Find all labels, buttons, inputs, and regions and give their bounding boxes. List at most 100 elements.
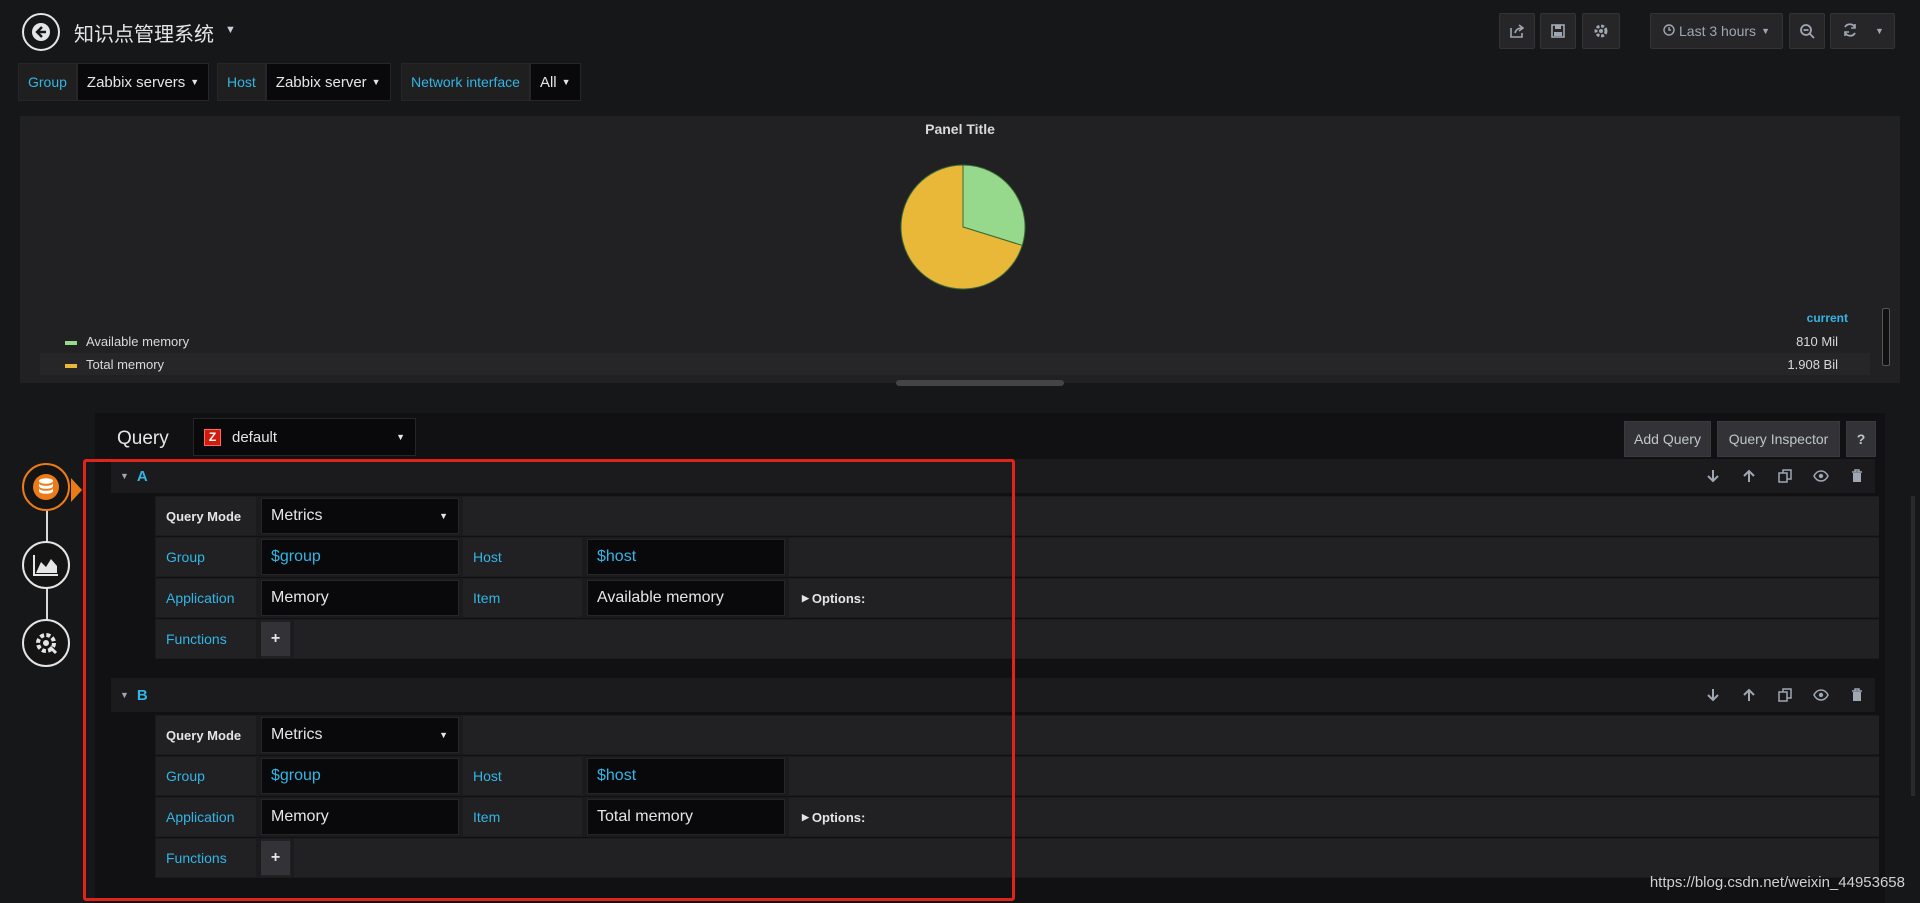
- top-navbar: 知识点管理系统 ▼ Last 3 hours ▼ ▼: [0, 0, 1920, 60]
- chevron-down-icon[interactable]: ▼: [225, 24, 236, 36]
- variable-network-interface-select[interactable]: All ▼: [529, 63, 581, 101]
- options-toggle[interactable]: ▶ Options:: [802, 798, 865, 836]
- editor-scrollbar[interactable]: [1911, 496, 1915, 796]
- query-ref-id[interactable]: B: [137, 687, 148, 704]
- back-arrow-icon[interactable]: [22, 13, 60, 51]
- queries-tab-icon[interactable]: [22, 463, 70, 511]
- panel-resize-handle[interactable]: [896, 380, 1064, 386]
- options-toggle[interactable]: ▶ Options:: [802, 579, 865, 617]
- panel-title[interactable]: Panel Title: [20, 121, 1900, 137]
- variable-group-select[interactable]: Zabbix servers ▼: [76, 63, 210, 101]
- host-label: Host: [463, 538, 582, 576]
- host-input[interactable]: $host: [587, 758, 785, 794]
- legend-value: 810 Mil: [1796, 333, 1838, 349]
- variable-value: All: [539, 73, 557, 91]
- item-input[interactable]: Total memory: [587, 799, 785, 835]
- query-heading: Query: [117, 428, 169, 449]
- settings-tab-icon[interactable]: [22, 619, 70, 667]
- move-up-icon[interactable]: [1738, 685, 1759, 706]
- save-icon[interactable]: [1540, 13, 1576, 49]
- legend-item[interactable]: Total memory 1.908 Bil: [40, 353, 1870, 375]
- chevron-down-icon: ▼: [1761, 26, 1770, 36]
- add-function-plus-icon[interactable]: +: [261, 622, 290, 656]
- application-item-row: Application Memory Item Available memory…: [155, 578, 1879, 618]
- host-input[interactable]: $host: [587, 539, 785, 575]
- application-label: Application: [156, 579, 256, 617]
- legend-label: Available memory: [86, 333, 190, 349]
- row-filler: [294, 839, 1879, 877]
- duplicate-icon[interactable]: [1774, 466, 1795, 487]
- query-mode-label: Query Mode: [156, 497, 256, 535]
- legend-header-current[interactable]: current: [1807, 311, 1848, 325]
- collapse-caret-icon[interactable]: ▼: [120, 690, 129, 700]
- eye-icon[interactable]: [1810, 685, 1831, 706]
- time-range-picker[interactable]: Last 3 hours ▼: [1650, 13, 1783, 49]
- variable-label: Network interface: [401, 63, 530, 101]
- dashboard-title[interactable]: 知识点管理系统: [74, 18, 214, 47]
- row-filler: [789, 757, 1879, 795]
- move-down-icon[interactable]: [1702, 466, 1723, 487]
- watermark: https://blog.csdn.net/weixin_44953658: [1649, 874, 1905, 891]
- application-input[interactable]: Memory: [261, 799, 459, 835]
- functions-row: Functions +: [155, 838, 1879, 878]
- zoom-out-icon[interactable]: [1789, 13, 1825, 49]
- caret-down-icon: ▼: [561, 77, 571, 87]
- legend-swatch: [65, 364, 77, 368]
- query-inspector-button[interactable]: Query Inspector: [1717, 421, 1840, 457]
- caret-right-icon: ▶: [802, 811, 809, 822]
- query-b-header: ▼ B: [111, 678, 1875, 712]
- trash-icon[interactable]: [1846, 466, 1867, 487]
- caret-down-icon: ▼: [371, 77, 381, 87]
- group-label: Group: [156, 538, 256, 576]
- variable-value: Zabbix servers: [86, 73, 186, 91]
- pie-chart: [900, 164, 1026, 290]
- variable-label: Group: [18, 63, 77, 101]
- row-filler: [294, 620, 1879, 658]
- variable-label: Host: [217, 63, 266, 101]
- functions-row: Functions +: [155, 619, 1879, 659]
- group-input[interactable]: $group: [261, 539, 459, 575]
- query-mode-value: Metrics: [271, 726, 323, 743]
- group-host-row: Group $group Host $host: [155, 756, 1879, 796]
- move-down-icon[interactable]: [1702, 685, 1723, 706]
- move-up-icon[interactable]: [1738, 466, 1759, 487]
- item-input[interactable]: Available memory: [587, 580, 785, 616]
- group-label: Group: [156, 757, 256, 795]
- item-label: Item: [463, 798, 582, 836]
- query-mode-select[interactable]: Metrics ▼: [261, 498, 459, 534]
- query-editor: Query Z default ▼ Add Query Query Inspec…: [95, 413, 1885, 903]
- options-label: Options:: [811, 590, 866, 606]
- share-icon[interactable]: [1499, 13, 1535, 49]
- variable-value: Zabbix server: [275, 73, 367, 91]
- trash-icon[interactable]: [1846, 685, 1867, 706]
- refresh-icon: [1842, 22, 1858, 41]
- datasource-picker[interactable]: Z default ▼: [193, 418, 416, 456]
- group-input[interactable]: $group: [261, 758, 459, 794]
- visualization-tab-icon[interactable]: [22, 541, 70, 589]
- collapse-caret-icon[interactable]: ▼: [120, 471, 129, 481]
- query-ref-id[interactable]: A: [137, 468, 148, 485]
- duplicate-icon[interactable]: [1774, 685, 1795, 706]
- variable-host-select[interactable]: Zabbix server ▼: [265, 63, 391, 101]
- row-filler: [463, 716, 1879, 754]
- gear-icon[interactable]: [1582, 13, 1620, 49]
- refresh-button[interactable]: ▼: [1830, 13, 1895, 49]
- legend-item[interactable]: Available memory 810 Mil: [40, 330, 1870, 352]
- caret-down-icon: ▼: [439, 730, 448, 740]
- row-filler: [789, 798, 1879, 836]
- clock-icon: [1663, 23, 1675, 39]
- application-input[interactable]: Memory: [261, 580, 459, 616]
- query-mode-label: Query Mode: [156, 716, 256, 754]
- help-button[interactable]: ?: [1846, 421, 1876, 457]
- add-function-plus-icon[interactable]: +: [261, 841, 290, 875]
- legend-swatch: [65, 341, 77, 345]
- legend-label: Total memory: [86, 356, 165, 372]
- eye-icon[interactable]: [1810, 466, 1831, 487]
- add-query-button[interactable]: Add Query: [1624, 421, 1711, 457]
- query-mode-select[interactable]: Metrics ▼: [261, 717, 459, 753]
- chevron-down-icon[interactable]: ▼: [1875, 26, 1884, 36]
- application-label: Application: [156, 798, 256, 836]
- caret-down-icon: ▼: [396, 432, 405, 442]
- caret-down-icon: ▼: [190, 77, 200, 87]
- legend-scrollbar[interactable]: [1882, 308, 1890, 366]
